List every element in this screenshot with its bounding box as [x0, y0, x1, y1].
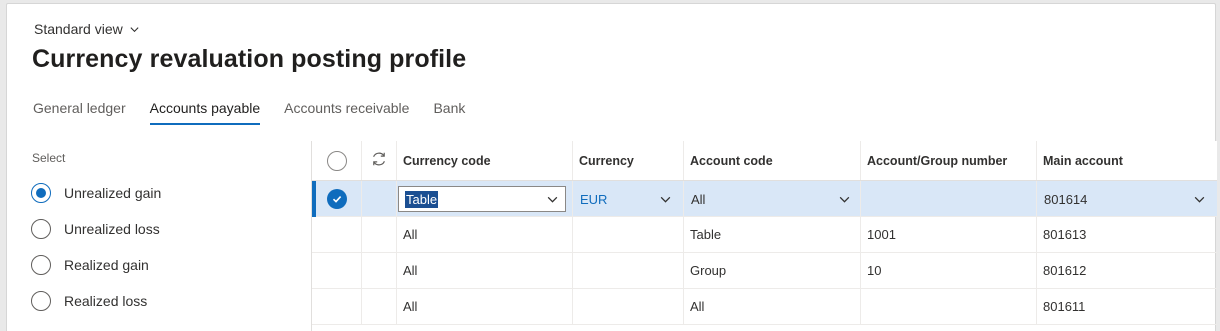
table-row[interactable]: All All 801611 — [312, 289, 1217, 325]
radio-unrealized-gain[interactable]: Unrealized gain — [31, 175, 161, 211]
column-header-currency[interactable]: Currency — [573, 141, 684, 180]
tab-bar: General ledger Accounts payable Accounts… — [33, 100, 489, 125]
account-group-number-cell[interactable]: 1001 — [861, 217, 1037, 252]
currency-code-value: Table — [405, 190, 439, 208]
main-account-cell[interactable]: 801612 — [1037, 253, 1217, 288]
select-all-checkbox[interactable] — [326, 150, 347, 171]
radio-button[interactable] — [31, 219, 51, 239]
column-header-currency-code[interactable]: Currency code — [397, 141, 573, 180]
table-row[interactable]: All Table 1001 801613 — [312, 217, 1217, 253]
column-header-account-code[interactable]: Account code — [684, 141, 861, 180]
table-row[interactable]: All Group 10 801612 — [312, 253, 1217, 289]
tab-bank[interactable]: Bank — [433, 100, 465, 125]
currency-code-dropdown[interactable]: Table — [398, 186, 566, 212]
currency-dropdown[interactable]: EUR — [574, 186, 678, 212]
account-code-dropdown[interactable]: All — [685, 186, 857, 212]
column-header-main-account[interactable]: Main account — [1037, 141, 1217, 180]
tab-general-ledger[interactable]: General ledger — [33, 100, 126, 125]
account-code-cell[interactable]: Group — [684, 253, 861, 288]
main-account-cell[interactable]: 801613 — [1037, 217, 1217, 252]
account-code-value: All — [691, 191, 706, 207]
radio-unrealized-loss[interactable]: Unrealized loss — [31, 211, 161, 247]
view-selector-label: Standard view — [34, 21, 123, 37]
account-code-cell[interactable]: Table — [684, 217, 861, 252]
checkmark-icon — [332, 195, 341, 203]
currency-code-cell[interactable]: All — [397, 253, 573, 288]
radio-button[interactable] — [31, 183, 51, 203]
currency-cell[interactable] — [573, 217, 684, 252]
row-spacer-cell — [362, 253, 397, 288]
column-header-account-group-number[interactable]: Account/Group number — [861, 141, 1037, 180]
refresh-icon[interactable] — [370, 150, 388, 171]
main-account-value: 801614 — [1044, 191, 1088, 207]
posting-profile-grid: Currency code Currency Account code Acco… — [311, 141, 1217, 331]
row-checkbox[interactable] — [326, 188, 347, 209]
chevron-down-icon[interactable] — [838, 193, 851, 206]
chevron-down-icon[interactable] — [1193, 193, 1206, 206]
main-account-dropdown[interactable]: 801614 — [1038, 186, 1212, 212]
account-group-number-cell[interactable] — [861, 289, 1037, 324]
grid-header: Currency code Currency Account code Acco… — [312, 141, 1217, 181]
radio-label: Realized gain — [64, 257, 149, 273]
row-select-cell[interactable] — [312, 253, 362, 288]
currency-cell[interactable] — [573, 253, 684, 288]
row-select-cell[interactable] — [312, 217, 362, 252]
radio-button[interactable] — [31, 291, 51, 311]
radio-realized-loss[interactable]: Realized loss — [31, 283, 161, 319]
view-selector[interactable]: Standard view — [34, 21, 140, 37]
chevron-down-icon — [130, 26, 139, 32]
main-account-cell[interactable]: 801611 — [1037, 289, 1217, 324]
radio-button[interactable] — [31, 255, 51, 275]
select-all-cell[interactable] — [312, 141, 362, 180]
radio-label: Realized loss — [64, 293, 148, 309]
chevron-down-icon[interactable] — [546, 193, 559, 206]
radio-label: Unrealized loss — [64, 221, 160, 237]
select-label: Select — [32, 151, 66, 165]
account-group-number-cell[interactable] — [861, 181, 1037, 216]
row-select-cell[interactable] — [312, 181, 362, 216]
page-title: Currency revaluation posting profile — [32, 45, 467, 73]
currency-cell[interactable] — [573, 289, 684, 324]
chevron-down-icon[interactable] — [659, 193, 672, 206]
select-radio-group: Unrealized gain Unrealized loss Realized… — [31, 175, 161, 319]
row-select-cell[interactable] — [312, 289, 362, 324]
tab-accounts-receivable[interactable]: Accounts receivable — [284, 100, 409, 125]
currency-value: EUR — [580, 191, 608, 207]
tab-accounts-payable[interactable]: Accounts payable — [149, 100, 260, 125]
row-spacer-cell — [362, 181, 397, 216]
table-row[interactable]: Table EUR All 801614 — [312, 181, 1217, 217]
account-code-cell[interactable]: All — [684, 289, 861, 324]
account-group-number-cell[interactable]: 10 — [861, 253, 1037, 288]
row-spacer-cell — [362, 289, 397, 324]
currency-code-cell[interactable]: All — [397, 289, 573, 324]
currency-code-cell[interactable]: All — [397, 217, 573, 252]
radio-label: Unrealized gain — [64, 185, 162, 201]
radio-realized-gain[interactable]: Realized gain — [31, 247, 161, 283]
refresh-cell[interactable] — [362, 141, 397, 180]
row-spacer-cell — [362, 217, 397, 252]
